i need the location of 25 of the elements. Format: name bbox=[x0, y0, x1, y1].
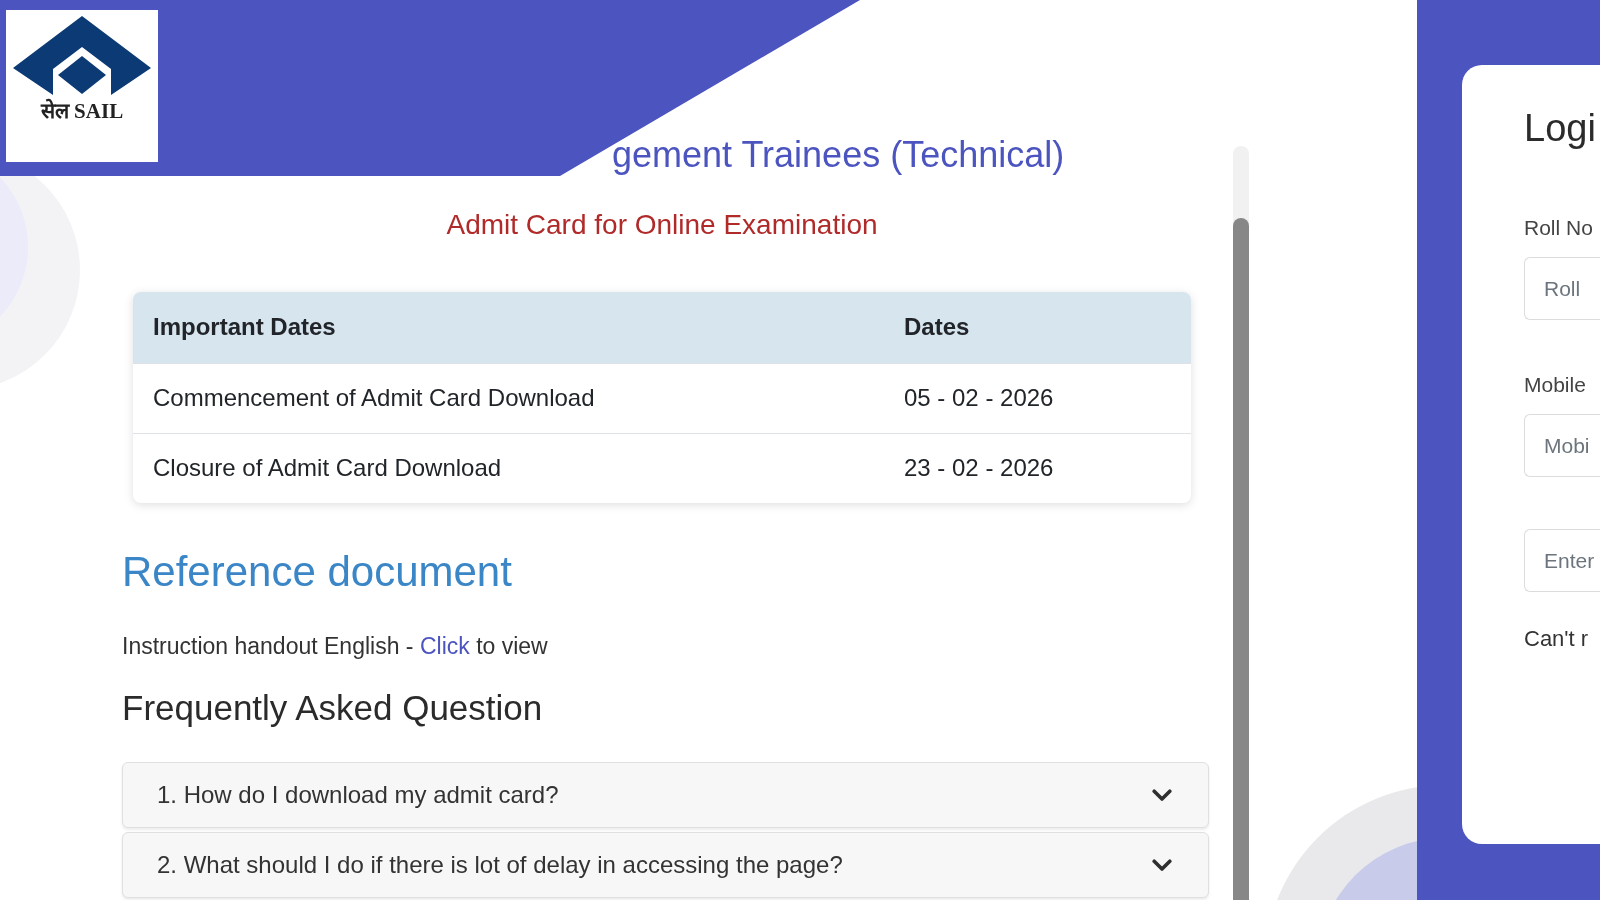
chevron-down-icon bbox=[1152, 858, 1172, 872]
faq-question[interactable]: 2. What should I do if there is lot of delay in accessing the page? bbox=[122, 832, 1209, 898]
instruction-text: Instruction handout English - Click to view bbox=[122, 632, 549, 661]
table-cell: 23 - 02 - 2026 bbox=[884, 433, 1191, 503]
table-cell: Closure of Admit Card Download bbox=[133, 433, 884, 503]
table-cell: 05 - 02 - 2026 bbox=[884, 363, 1191, 433]
input-field[interactable]: Mobi bbox=[1524, 414, 1600, 477]
chevron-down-icon bbox=[1152, 788, 1172, 802]
roof-diamond-logo-icon bbox=[13, 16, 151, 95]
table-header-cell: Dates bbox=[884, 292, 1191, 363]
section-heading: Frequently Asked Question bbox=[122, 687, 544, 729]
view-link[interactable]: Click bbox=[419, 633, 470, 659]
page-title: gement Trainees (Technical) bbox=[612, 133, 1066, 177]
faq-question[interactable]: 1. How do I download my admit card? bbox=[122, 762, 1209, 828]
field-label: Roll No bbox=[1524, 215, 1594, 241]
login-title: Logi bbox=[1524, 106, 1597, 151]
table-cell: Commencement of Admit Card Download bbox=[133, 363, 884, 433]
page-subtitle: Admit Card for Online Examination bbox=[445, 208, 879, 242]
logo-text: सेल SAIL bbox=[40, 97, 124, 125]
input-field[interactable]: Enter bbox=[1524, 529, 1600, 592]
field-label: Mobile bbox=[1524, 372, 1587, 398]
help-text: Can't r bbox=[1524, 625, 1590, 653]
input-field[interactable]: Roll bbox=[1524, 257, 1600, 320]
table-header-cell: Important Dates bbox=[133, 292, 884, 363]
section-heading: Reference document bbox=[122, 548, 513, 596]
